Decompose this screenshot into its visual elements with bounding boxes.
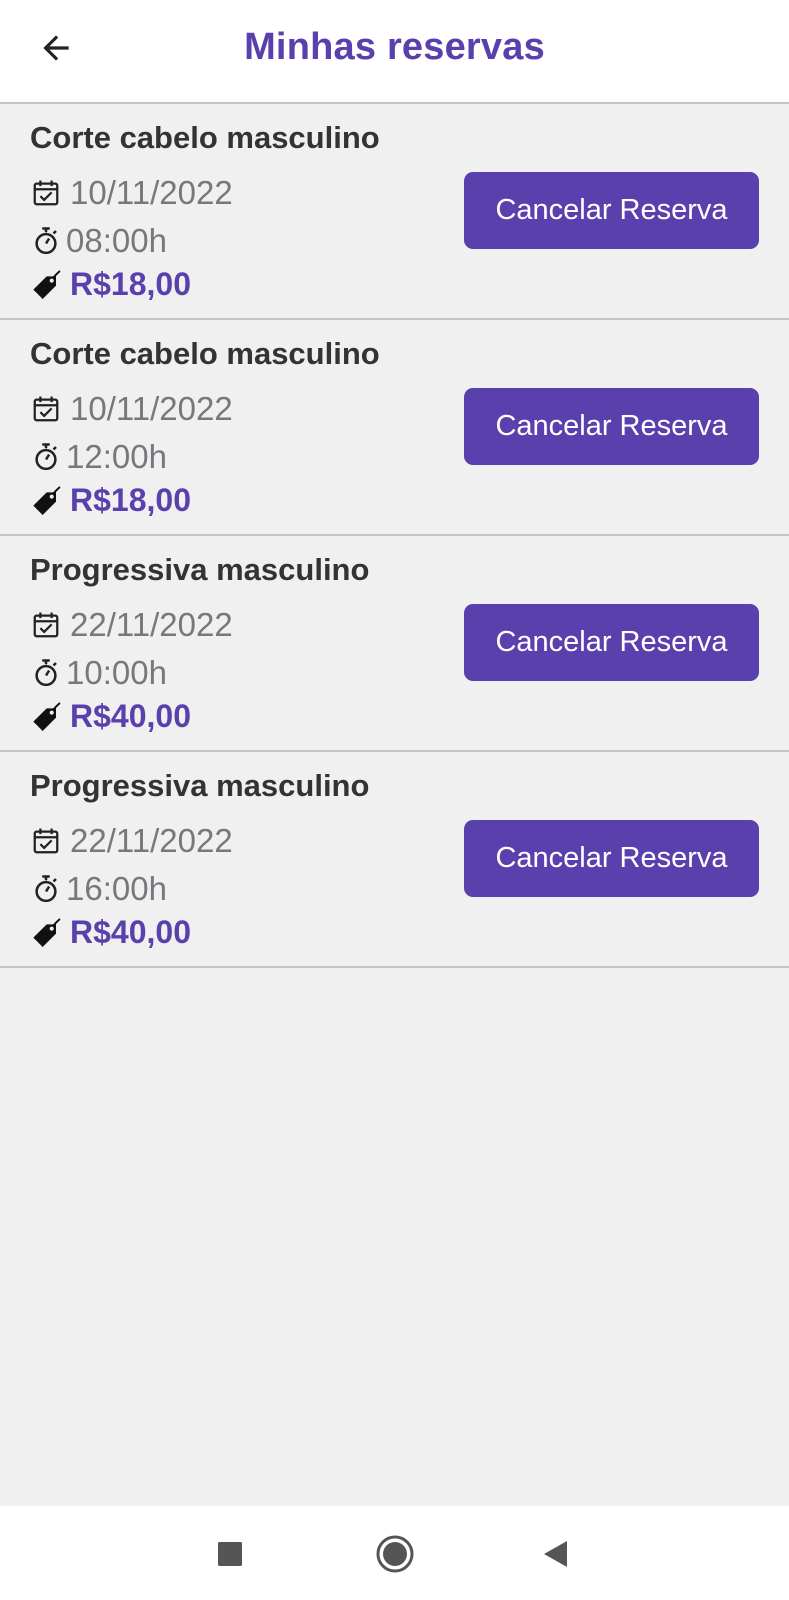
reservation-time: 12:00h (66, 438, 167, 475)
service-name: Progressiva masculino (30, 552, 370, 587)
reservation-price: R$40,00 (70, 914, 191, 950)
time-row: 08:00h (30, 222, 167, 260)
home-circle-icon (376, 1535, 414, 1573)
reservation-time: 08:00h (66, 222, 167, 259)
cancel-reservation-button[interactable]: Cancelar Reserva (464, 388, 759, 465)
price-tag-icon (30, 917, 62, 949)
back-triangle-icon (544, 1541, 567, 1567)
service-name: Corte cabelo masculino (30, 336, 380, 371)
cancel-reservation-button[interactable]: Cancelar Reserva (464, 172, 759, 249)
page-title: Minhas reservas (244, 26, 545, 68)
recents-square-icon (218, 1542, 242, 1566)
cancel-reservation-button[interactable]: Cancelar Reserva (464, 604, 759, 681)
calendar-check-icon (30, 393, 62, 425)
stopwatch-icon (30, 225, 62, 257)
calendar-check-icon (30, 825, 62, 857)
reservation-date: 10/11/2022 (70, 390, 233, 427)
date-row: 10/11/2022 (30, 174, 233, 212)
date-row: 22/11/2022 (30, 822, 233, 860)
home-button[interactable] (367, 1526, 423, 1582)
reservation-time: 16:00h (66, 870, 167, 907)
reservation-price: R$18,00 (70, 266, 191, 302)
price-tag-icon (30, 485, 62, 517)
reservation-date: 22/11/2022 (70, 606, 233, 643)
reservation-price: R$18,00 (70, 482, 191, 518)
reservation-date: 22/11/2022 (70, 822, 233, 859)
price-row: R$18,00 (30, 266, 191, 303)
cancel-reservation-button[interactable]: Cancelar Reserva (464, 820, 759, 897)
time-row: 12:00h (30, 438, 167, 476)
system-back-button[interactable] (528, 1526, 584, 1582)
reservation-card: Corte cabelo masculino 10/11/2022 (0, 320, 789, 536)
price-tag-icon (30, 269, 62, 301)
stopwatch-icon (30, 441, 62, 473)
calendar-check-icon (30, 609, 62, 641)
price-row: R$40,00 (30, 698, 191, 735)
date-row: 22/11/2022 (30, 606, 233, 644)
reservations-list: Corte cabelo masculino 10/11/2022 08:00h… (0, 104, 789, 968)
reservation-card: Progressiva masculino 22/11/2022 (0, 536, 789, 752)
time-row: 16:00h (30, 870, 167, 908)
recents-button[interactable] (202, 1526, 258, 1582)
service-name: Progressiva masculino (30, 768, 370, 803)
stopwatch-icon (30, 873, 62, 905)
calendar-check-icon (30, 177, 62, 209)
reservation-card: Progressiva masculino 22/11/2022 (0, 752, 789, 968)
service-name: Corte cabelo masculino (30, 120, 380, 155)
reservation-price: R$40,00 (70, 698, 191, 734)
time-row: 10:00h (30, 654, 167, 692)
date-row: 10/11/2022 (30, 390, 233, 428)
price-tag-icon (30, 701, 62, 733)
reservation-time: 10:00h (66, 654, 167, 691)
app-header: Minhas reservas (0, 0, 789, 104)
reservation-card: Corte cabelo masculino 10/11/2022 (0, 104, 789, 320)
reservation-date: 10/11/2022 (70, 174, 233, 211)
price-row: R$40,00 (30, 914, 191, 951)
stopwatch-icon (30, 657, 62, 689)
price-row: R$18,00 (30, 482, 191, 519)
system-navigation-bar (0, 1506, 789, 1600)
